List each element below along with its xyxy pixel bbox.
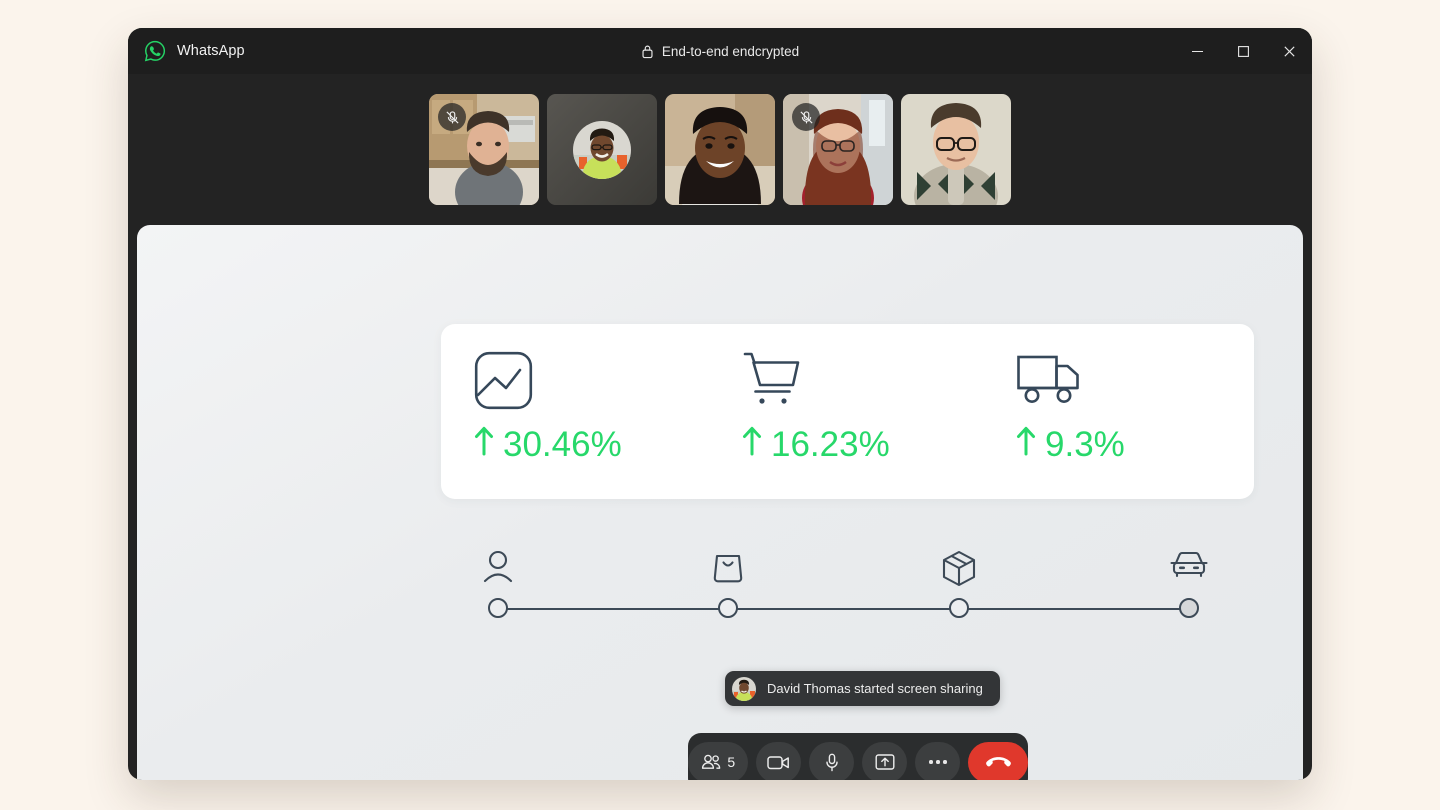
toast-message: David Thomas started screen sharing [767, 681, 983, 696]
order-journey-stepper [480, 550, 1208, 630]
camera-button[interactable] [756, 741, 802, 780]
avatar [732, 676, 756, 701]
avatar [573, 120, 631, 179]
stats-card: 30.46% 16.23% 9.3% [441, 324, 1254, 499]
stepper-node-4[interactable] [1179, 598, 1199, 618]
participant-tile-2[interactable] [547, 94, 657, 205]
stat-text-conversion: 30.46% [503, 425, 622, 464]
window-controls [1174, 28, 1312, 74]
stepper-track [498, 608, 1184, 610]
participant-tile-1[interactable] [429, 94, 539, 205]
stepper-node-1[interactable] [488, 598, 508, 618]
more-options-button[interactable] [915, 741, 961, 780]
mic-off-icon [438, 103, 466, 131]
car-icon [1170, 550, 1208, 580]
app-title: WhatsApp [177, 43, 245, 59]
encryption-indicator: End-to-end endcrypted [128, 28, 1312, 74]
participant-tile-3[interactable] [665, 94, 775, 205]
stat-value-cart: 16.23% [742, 425, 980, 465]
participants-count: 5 [727, 754, 736, 770]
screen-share-icon [875, 753, 895, 771]
screenshot-root: WhatsApp End-to-end endcrypted 30.46% 16… [0, 0, 1440, 810]
stepper-node-2[interactable] [718, 598, 738, 618]
maximize-button[interactable] [1220, 28, 1266, 74]
package-box-icon [942, 550, 976, 587]
whatsapp-call-window: WhatsApp End-to-end endcrypted 30.46% 16… [128, 28, 1312, 780]
close-button[interactable] [1266, 28, 1312, 74]
minimize-button[interactable] [1174, 28, 1220, 74]
share-screen-button[interactable] [862, 741, 908, 780]
mic-off-icon [792, 103, 820, 131]
stat-text-delivery: 9.3% [1045, 425, 1125, 464]
arrow-up-icon [1016, 425, 1036, 465]
whatsapp-logo-icon [144, 40, 166, 62]
image-chart-icon [474, 349, 712, 411]
participant-strip [128, 74, 1312, 225]
title-bar: WhatsApp End-to-end endcrypted [128, 28, 1312, 74]
lock-icon [641, 44, 654, 59]
shopping-bag-icon [713, 550, 743, 583]
stat-cart: 16.23% [712, 324, 980, 499]
participant-tile-4[interactable] [783, 94, 893, 205]
video-camera-icon [767, 754, 790, 771]
arrow-up-icon [474, 425, 494, 465]
encryption-label: End-to-end endcrypted [661, 43, 800, 59]
app-brand: WhatsApp [128, 40, 245, 62]
microphone-button[interactable] [809, 741, 855, 780]
hangup-phone-icon [985, 755, 1012, 770]
arrow-up-icon [742, 425, 762, 465]
shopping-cart-icon [742, 349, 980, 411]
microphone-icon [824, 753, 840, 772]
stepper-icons [480, 550, 1208, 592]
stat-conversion: 30.46% [441, 324, 712, 499]
end-call-button[interactable] [968, 741, 1028, 780]
stat-value-delivery: 9.3% [1016, 425, 1254, 465]
stat-text-cart: 16.23% [771, 425, 890, 464]
participant-tile-5[interactable] [901, 94, 1011, 205]
stat-value-conversion: 30.46% [474, 425, 712, 465]
screen-share-toast: David Thomas started screen sharing [725, 671, 1000, 706]
delivery-truck-icon [1016, 349, 1254, 411]
participants-button[interactable]: 5 [688, 741, 749, 780]
ellipsis-icon [929, 760, 947, 764]
person-icon [483, 550, 513, 584]
shared-screen-area: 30.46% 16.23% 9.3% David Thomas started … [137, 225, 1303, 780]
stat-delivery: 9.3% [980, 324, 1254, 499]
stepper-node-3[interactable] [949, 598, 969, 618]
call-control-bar: 5 [688, 733, 1028, 780]
people-icon [701, 754, 721, 771]
